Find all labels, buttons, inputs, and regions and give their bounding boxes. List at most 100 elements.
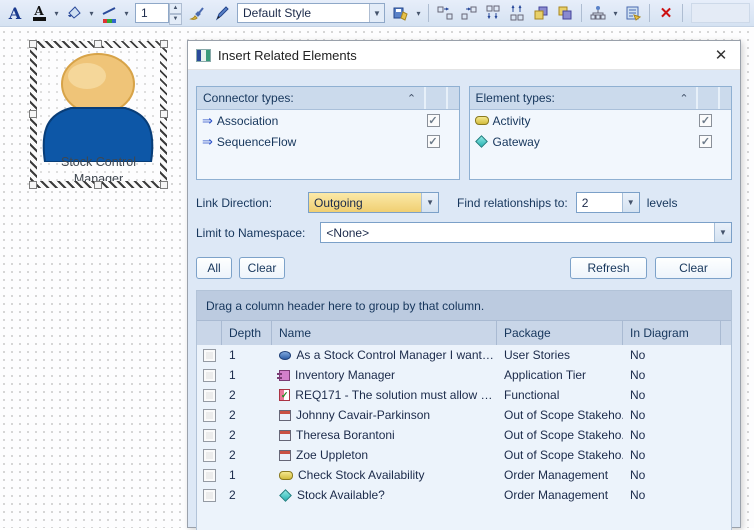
style-combobox[interactable]: Default Style ▼ <box>237 3 385 23</box>
chevron-down-icon[interactable]: ▾ <box>414 9 423 18</box>
resize-handle[interactable] <box>94 40 102 48</box>
header-in-diagram[interactable]: In Diagram <box>623 321 721 345</box>
table-row[interactable]: 2Johnny Cavair-ParkinsonOut of Scope Sta… <box>197 405 731 425</box>
space-horizontal-2-icon <box>461 5 477 21</box>
gateway-icon <box>475 135 488 148</box>
resize-handle[interactable] <box>29 181 37 189</box>
connector-type-row[interactable]: ⇒ SequenceFlow <box>197 131 459 152</box>
refresh-button[interactable]: Refresh <box>570 257 647 279</box>
space-vertical-icon <box>485 5 501 21</box>
row-checkbox[interactable] <box>203 469 216 482</box>
font-color-button[interactable]: A <box>28 2 50 24</box>
header-package[interactable]: Package <box>497 321 623 345</box>
pen-style-button[interactable] <box>210 2 232 24</box>
connector-checkbox[interactable] <box>427 114 440 127</box>
namespace-label: Limit to Namespace: <box>196 226 305 240</box>
collapse-chevron-icon[interactable]: ⌃ <box>672 87 696 109</box>
properties-button[interactable] <box>622 2 644 24</box>
table-row[interactable]: 1Inventory ManagerApplication TierNo <box>197 365 731 385</box>
all-button[interactable]: All <box>196 257 232 279</box>
resize-handle[interactable] <box>160 110 168 118</box>
close-icon[interactable]: ✕ <box>710 46 732 64</box>
resize-handle[interactable] <box>160 40 168 48</box>
cell-name: Stock Available? <box>272 488 497 502</box>
chevron-down-icon[interactable]: ▼ <box>622 193 639 212</box>
send-to-back-button[interactable] <box>554 2 576 24</box>
chevron-down-icon[interactable]: ▼ <box>369 4 384 22</box>
chevron-down-icon[interactable]: ▼ <box>714 223 731 242</box>
activity-icon <box>279 471 293 480</box>
activity-icon <box>475 116 489 125</box>
row-checkbox[interactable] <box>203 429 216 442</box>
link-direction-dropdown[interactable]: Outgoing ▼ <box>308 192 439 213</box>
collapse-chevron-icon[interactable]: ⌃ <box>400 87 424 109</box>
table-row[interactable]: 2Theresa BorantoniOut of Scope Stakeho..… <box>197 425 731 445</box>
space-horizontally-2-button[interactable] <box>458 2 480 24</box>
chevron-down-icon[interactable]: ▾ <box>87 9 96 18</box>
row-checkbox[interactable] <box>203 389 216 402</box>
resize-handle[interactable] <box>160 181 168 189</box>
resize-handle[interactable] <box>29 110 37 118</box>
row-checkbox[interactable] <box>203 489 216 502</box>
dialog-titlebar[interactable]: Insert Related Elements ✕ <box>188 41 740 70</box>
row-checkbox[interactable] <box>203 369 216 382</box>
format-painter-button[interactable] <box>186 2 208 24</box>
connector-type-row[interactable]: ⇒ Association <box>197 110 459 131</box>
element-type-row[interactable]: Gateway <box>470 131 732 152</box>
space-horizontally-button[interactable] <box>434 2 456 24</box>
insert-related-button[interactable] <box>587 2 609 24</box>
header-checkbox-column[interactable] <box>197 321 222 345</box>
levels-dropdown[interactable]: 2 ▼ <box>576 192 640 213</box>
resize-handle[interactable] <box>94 181 102 189</box>
space-vertically-2-button[interactable] <box>506 2 528 24</box>
chevron-down-icon[interactable]: ▾ <box>52 9 61 18</box>
cell-package: Out of Scope Stakeho... <box>497 448 623 462</box>
save-style-button[interactable] <box>390 2 412 24</box>
row-checkbox[interactable] <box>203 449 216 462</box>
clear-results-button[interactable]: Clear <box>655 257 732 279</box>
namespace-dropdown[interactable]: <None> ▼ <box>320 222 732 243</box>
actor-shape[interactable]: Stock Control Manager <box>37 48 160 181</box>
line-color-button[interactable] <box>98 2 120 24</box>
selected-actor-element[interactable]: Stock Control Manager <box>30 41 167 188</box>
table-row[interactable]: 2Stock Available?Order ManagementNo <box>197 485 731 505</box>
bring-to-front-button[interactable] <box>530 2 552 24</box>
row-checkbox[interactable] <box>203 349 216 362</box>
chevron-down-icon[interactable]: ▾ <box>122 9 131 18</box>
cell-depth: 2 <box>222 388 272 402</box>
element-types-header[interactable]: Element types: ⌃ <box>470 87 732 110</box>
spin-down-icon[interactable]: ▼ <box>169 14 182 25</box>
resize-handle[interactable] <box>29 40 37 48</box>
fill-color-button[interactable] <box>63 2 85 24</box>
chevron-down-icon[interactable]: ▼ <box>421 193 438 212</box>
chevron-down-icon[interactable]: ▾ <box>611 9 620 18</box>
spin-up-icon[interactable]: ▲ <box>169 3 182 14</box>
delete-button[interactable]: ✕ <box>655 2 677 24</box>
element-checkbox[interactable] <box>699 114 712 127</box>
table-row[interactable]: 1Check Stock AvailabilityOrder Managemen… <box>197 465 731 485</box>
table-row[interactable]: 2✓REQ171 - The solution must allow stoc.… <box>197 385 731 405</box>
header-name[interactable]: Name <box>272 321 497 345</box>
connector-types-panel: Connector types: ⌃ ⇒ Association ⇒ Seque… <box>196 86 460 180</box>
actor-figure-icon <box>37 50 160 162</box>
group-by-bar[interactable]: Drag a column header here to group by th… <box>197 291 731 321</box>
element-checkbox[interactable] <box>699 135 712 148</box>
row-checkbox[interactable] <box>203 409 216 422</box>
connector-types-header[interactable]: Connector types: ⌃ <box>197 87 459 110</box>
header-depth[interactable]: Depth <box>222 321 272 345</box>
clear-selection-button[interactable]: Clear <box>239 257 285 279</box>
table-row[interactable]: 1As a Stock Control Manager I want to ..… <box>197 345 731 365</box>
connector-checkbox[interactable] <box>427 135 440 148</box>
toolbar-separator <box>649 4 650 22</box>
space-vertically-button[interactable] <box>482 2 504 24</box>
element-type-row[interactable]: Activity <box>470 110 732 131</box>
namespace-value: <None> <box>321 226 714 240</box>
style-combobox-value: Default Style <box>238 6 369 20</box>
line-width-spinner[interactable]: 1 ▲▼ <box>135 3 182 23</box>
line-color-icon <box>102 4 116 23</box>
header-check-column <box>424 87 446 109</box>
cell-in-diagram: No <box>623 448 721 462</box>
line-width-value[interactable]: 1 <box>135 3 169 23</box>
table-row[interactable]: 2Zoe UppletonOut of Scope Stakeho...No <box>197 445 731 465</box>
font-button[interactable]: A <box>4 2 26 24</box>
